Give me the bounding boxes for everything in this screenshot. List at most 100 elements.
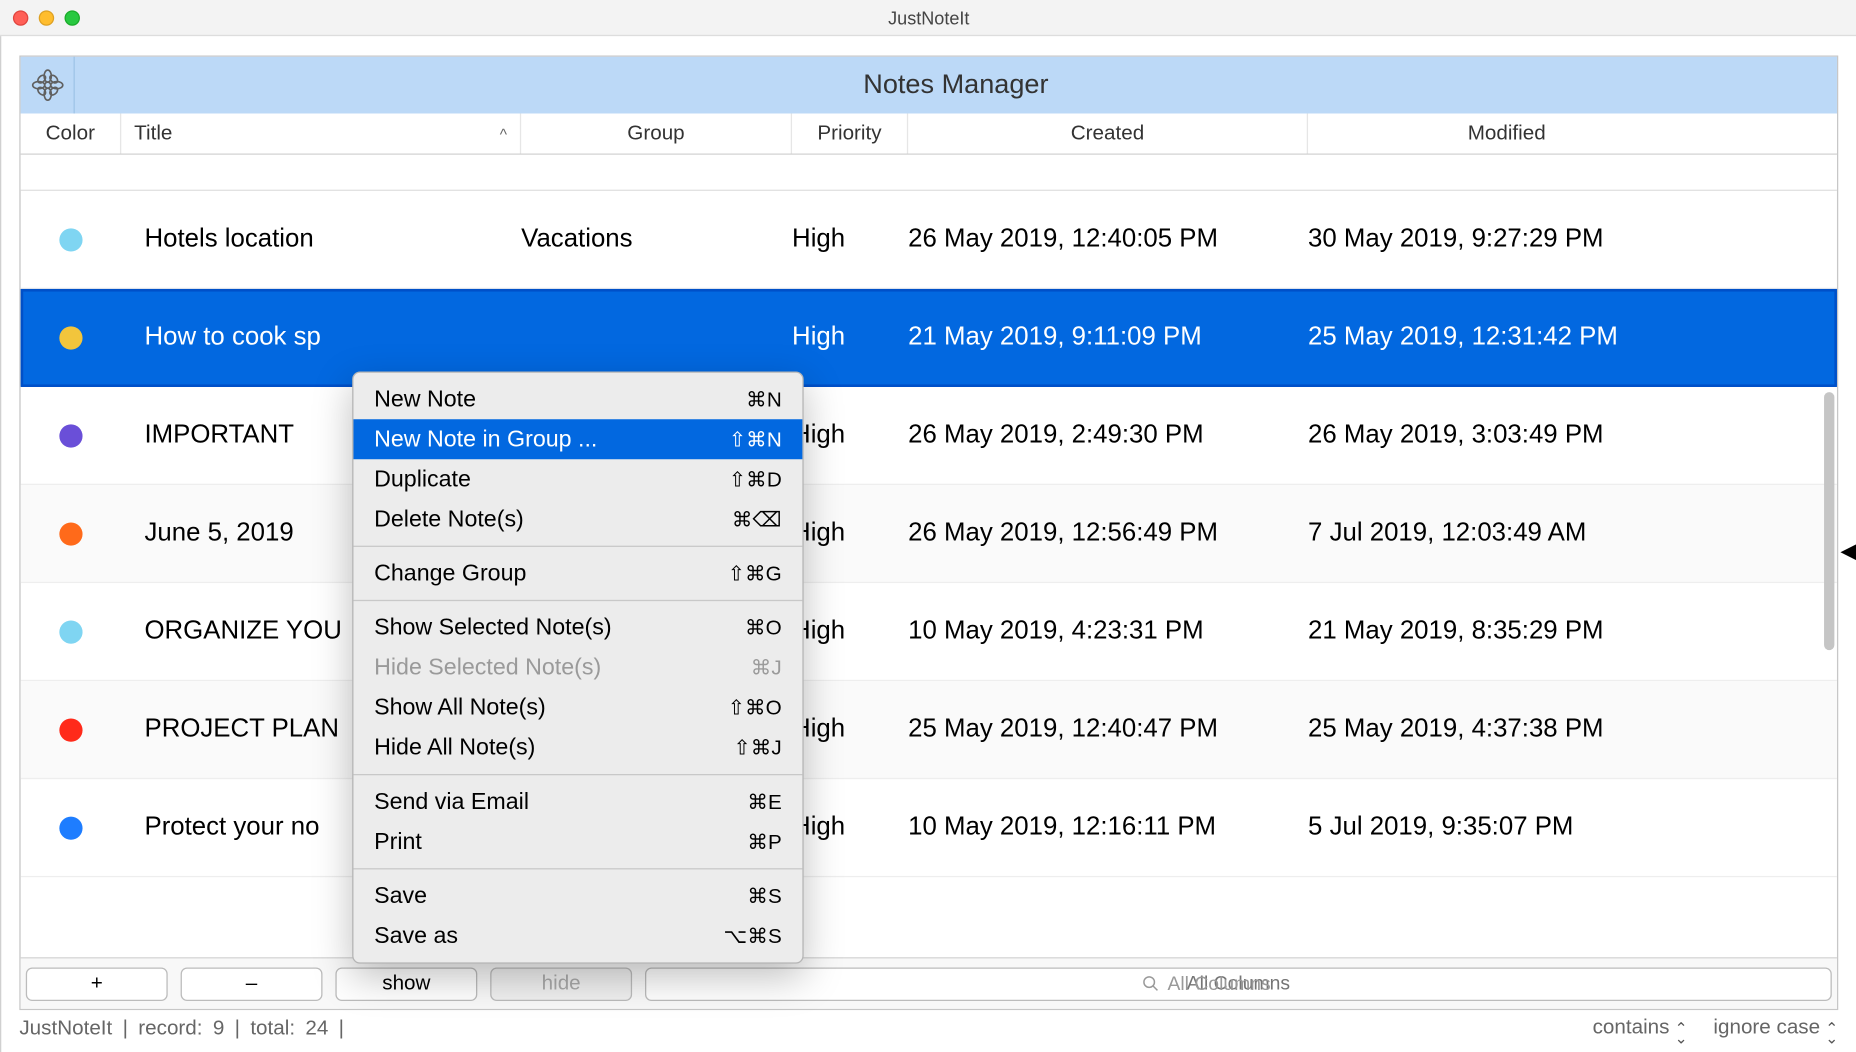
column-header-modified[interactable]: Modified (1308, 114, 1705, 154)
status-record-label: record: (138, 1018, 202, 1041)
color-dot-icon (59, 424, 82, 447)
color-dot-icon (59, 718, 82, 741)
table-row[interactable]: Protect your noHigh10 May 2019, 12:16:11… (21, 779, 1837, 877)
color-dot-icon (59, 326, 82, 349)
row-color (21, 387, 122, 484)
row-color (21, 485, 122, 582)
context-menu-shortcut: ⌘⌫ (732, 506, 782, 532)
row-created: 21 May 2019, 9:11:09 PM (908, 289, 1308, 386)
table-row[interactable]: June 5, 2019High26 May 2019, 12:56:49 PM… (21, 485, 1837, 583)
row-priority: High (792, 289, 908, 386)
color-dot-icon (59, 522, 82, 545)
notes-table: Hotels locationVacationsHigh26 May 2019,… (21, 191, 1837, 957)
context-menu: New Note⌘N New Note in Group ... ⇧⌘N Duplic… (352, 372, 804, 964)
row-color (21, 583, 122, 680)
row-color (21, 779, 122, 876)
context-menu-shortcut: ⌘P (747, 829, 781, 855)
status-total-label: total: (250, 1018, 295, 1041)
column-header-title[interactable]: Title ^ (121, 114, 521, 154)
context-menu-label: Send via Email (374, 788, 529, 815)
context-menu-label: Save (374, 882, 427, 909)
context-menu-shortcut: ⇧⌘J (733, 735, 781, 761)
context-menu-shortcut: ⇧⌘D (729, 466, 782, 492)
banner: Notes Manager (21, 57, 1837, 114)
context-menu-label: Hide All Note(s) (374, 734, 535, 761)
context-menu-label: Print (374, 828, 422, 855)
context-menu-item[interactable]: Delete Note(s) ⌘⌫ (353, 499, 802, 539)
context-menu-label: Duplicate (374, 466, 471, 493)
column-headers: Color Title ^ Group Priority Created Mod… (21, 114, 1837, 155)
table-row[interactable]: Hotels locationVacationsHigh26 May 2019,… (21, 191, 1837, 289)
context-menu-item[interactable]: Send via Email ⌘E (353, 782, 802, 822)
row-created: 25 May 2019, 12:40:47 PM (908, 681, 1308, 778)
collapse-handle-icon[interactable]: ◀ (1840, 534, 1856, 566)
context-menu-label: Change Group (374, 560, 526, 587)
context-menu-item[interactable]: Save ⌘S (353, 876, 802, 916)
status-app: JustNoteIt (19, 1018, 112, 1041)
column-header-created[interactable]: Created (908, 114, 1308, 154)
row-color (21, 191, 122, 288)
titlebar: JustNoteIt (0, 0, 1856, 36)
context-menu-item[interactable]: New Note in Group ... ⇧⌘N (353, 419, 802, 459)
context-menu-shortcut: ⌘E (747, 789, 781, 815)
row-color (21, 681, 122, 778)
color-dot-icon (59, 228, 82, 251)
status-record-value: 9 (213, 1018, 224, 1041)
row-modified: 30 May 2019, 9:27:29 PM (1308, 191, 1705, 288)
remove-button[interactable]: – (181, 967, 323, 1001)
add-button[interactable]: + (26, 967, 168, 1001)
row-priority: High (792, 387, 908, 484)
flower-icon (29, 67, 65, 103)
column-header-color[interactable]: Color (21, 114, 122, 154)
search-input[interactable] (645, 967, 1832, 1001)
context-menu-shortcut: ⌘J (751, 655, 782, 681)
row-color (21, 289, 122, 386)
row-priority: High (792, 191, 908, 288)
context-menu-item[interactable]: Change Group ⇧⌘G (353, 553, 802, 593)
show-button[interactable]: show (335, 967, 477, 1001)
context-menu-label: Delete Note(s) (374, 506, 524, 533)
row-modified: 26 May 2019, 3:03:49 PM (1308, 387, 1705, 484)
context-menu-item[interactable]: Print ⌘P (353, 822, 802, 862)
row-group: Vacations (521, 191, 792, 288)
row-modified: 5 Jul 2019, 9:35:07 PM (1308, 779, 1705, 876)
table-row[interactable]: PROJECT PLANHigh25 May 2019, 12:40:47 PM… (21, 681, 1837, 779)
status-ignorecase-toggle[interactable]: ignore case⌃⌄ (1713, 1016, 1838, 1043)
context-menu-item[interactable]: Duplicate ⇧⌘D (353, 459, 802, 499)
context-menu-label: New Note (374, 386, 476, 413)
row-title: Hotels location (121, 191, 521, 288)
column-header-priority[interactable]: Priority (792, 114, 908, 154)
column-header-group[interactable]: Group (521, 114, 792, 154)
color-dot-icon (59, 816, 82, 839)
status-contains-toggle[interactable]: contains⌃⌄ (1593, 1016, 1688, 1043)
context-menu-item[interactable]: Save as ⌥⌘S (353, 916, 802, 956)
context-menu-shortcut: ⇧⌘N (729, 426, 782, 452)
app-icon-button[interactable] (21, 57, 75, 114)
status-total-value: 24 (305, 1018, 328, 1041)
row-priority: High (792, 779, 908, 876)
row-modified: 25 May 2019, 4:37:38 PM (1308, 681, 1705, 778)
context-menu-shortcut: ⌘S (747, 883, 781, 909)
context-menu-label: Save as (374, 922, 458, 949)
context-menu-item[interactable]: New Note⌘N (353, 379, 802, 419)
context-menu-item[interactable]: Hide All Note(s) ⇧⌘J (353, 728, 802, 768)
context-menu-item[interactable]: Show All Note(s)⇧⌘O (353, 688, 802, 728)
scrollbar-thumb[interactable] (1824, 392, 1834, 650)
hide-button[interactable]: hide (490, 967, 632, 1001)
table-row[interactable]: How to cook spHigh21 May 2019, 9:11:09 P… (21, 289, 1837, 387)
context-menu-shortcut: ⇧⌘G (728, 561, 782, 587)
table-row[interactable]: ORGANIZE YOUHigh10 May 2019, 4:23:31 PM2… (21, 583, 1837, 681)
row-modified: 7 Jul 2019, 12:03:49 AM (1308, 485, 1705, 582)
row-created: 10 May 2019, 12:16:11 PM (908, 779, 1308, 876)
row-priority: High (792, 681, 908, 778)
context-menu-label: New Note in Group ... (374, 426, 597, 453)
context-menu-label: Show Selected Note(s) (374, 614, 611, 641)
row-modified: 25 May 2019, 12:31:42 PM (1308, 289, 1705, 386)
context-menu-shortcut: ⌥⌘S (724, 923, 782, 949)
context-menu-item[interactable]: Show Selected Note(s) ⌘O (353, 608, 802, 648)
table-row[interactable]: IMPORTANTHigh26 May 2019, 2:49:30 PM26 M… (21, 387, 1837, 485)
context-menu-shortcut: ⌘O (745, 615, 782, 641)
context-menu-item: Hide Selected Note(s)⌘J (353, 648, 802, 688)
status-bar: JustNoteIt| record: 9 | total: 24 | cont… (19, 1013, 1838, 1047)
row-priority: High (792, 485, 908, 582)
